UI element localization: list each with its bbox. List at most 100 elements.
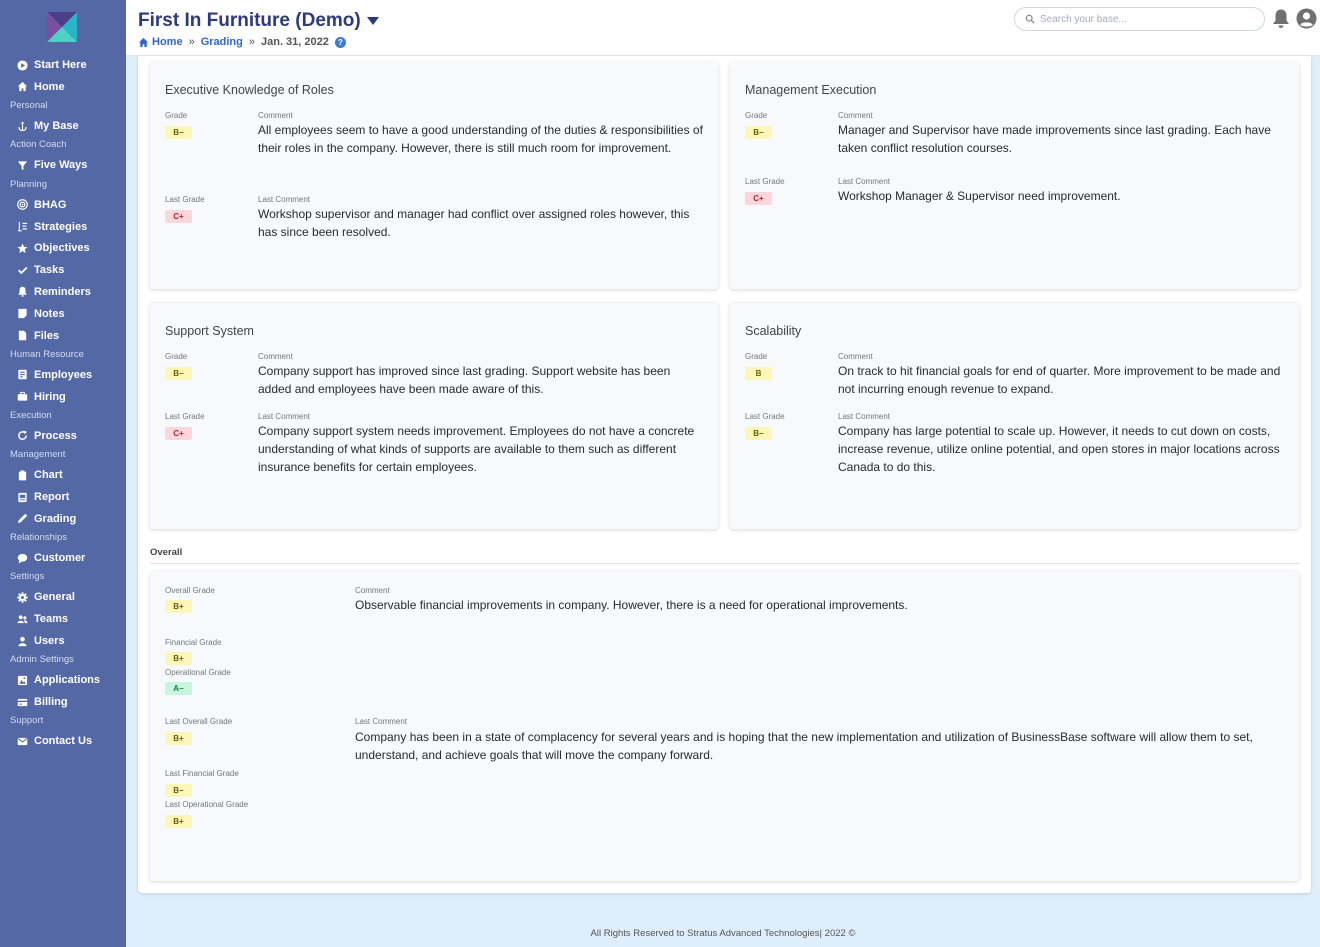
grade-badge: B− — [165, 367, 192, 380]
breadcrumb-date: Jan. 31, 2022 — [260, 36, 329, 48]
sidebar-item-chart[interactable]: Chart — [16, 467, 63, 483]
breadcrumb-separator: » — [248, 36, 255, 48]
sidebar-item-reminders[interactable]: Reminders — [16, 284, 91, 300]
sidebar-item-billing[interactable]: Billing — [16, 694, 68, 710]
breadcrumb: Home » Grading » Jan. 31, 2022 ? — [138, 36, 346, 48]
sidebar-section-relationships: Relationships — [10, 532, 68, 544]
id-card-icon — [16, 369, 28, 381]
help-icon[interactable]: ? — [334, 36, 346, 48]
sidebar-item-label: Start Here — [34, 59, 87, 71]
last-overall-grade-badge: B+ — [165, 732, 192, 745]
note-icon — [16, 308, 28, 320]
comment-label: Comment — [258, 111, 293, 120]
sidebar-item-notes[interactable]: Notes — [16, 306, 65, 322]
caret-down-icon — [366, 17, 379, 25]
billing-icon — [16, 696, 28, 708]
sidebar-item-start-here[interactable]: Start Here — [16, 57, 87, 73]
last-financial-grade-label: Last Financial Grade — [165, 769, 239, 778]
sidebar-item-teams[interactable]: Teams — [16, 611, 68, 627]
comment-label: Comment — [838, 352, 873, 361]
sidebar-item-process[interactable]: Process — [16, 428, 77, 444]
sidebar-item-label: Files — [34, 329, 60, 342]
operational-grade-badge: A− — [165, 682, 192, 695]
sidebar-item-customer[interactable]: Customer — [16, 550, 85, 566]
envelope-icon — [16, 735, 28, 747]
user-avatar-icon[interactable] — [1296, 8, 1317, 29]
last-operational-grade-badge: B+ — [165, 815, 192, 828]
clipboard-icon — [16, 469, 28, 481]
play-circle-icon — [16, 59, 28, 71]
sidebar-item-employees[interactable]: Employees — [16, 367, 92, 383]
last-comment-text: Workshop supervisor and manager had conf… — [258, 207, 690, 239]
overall-grade-label: Overall Grade — [165, 586, 215, 595]
sidebar-item-my-base[interactable]: My Base — [16, 118, 79, 134]
sidebar-section-settings: Settings — [10, 571, 45, 583]
sidebar-item-grading[interactable]: Grading — [16, 511, 76, 527]
sidebar-item-report[interactable]: Report — [16, 489, 69, 505]
comment-label: Comment — [838, 111, 873, 120]
last-grade-badge: C+ — [165, 427, 192, 440]
grade-badge: B− — [745, 126, 772, 139]
operational-grade-label: Operational Grade — [165, 668, 231, 677]
sidebar-item-general[interactable]: General — [16, 589, 75, 605]
overall-card: Overall Grade B+ Comment Observable fina… — [150, 571, 1299, 881]
sidebar-item-users[interactable]: Users — [16, 633, 65, 649]
breadcrumb-separator: » — [188, 36, 195, 48]
card-title: Support System — [165, 324, 254, 338]
grade-label: Grade — [745, 352, 768, 361]
grade-card-management-execution: Management Execution Grade B− Comment Manage… — [730, 62, 1299, 289]
grade-card-support-system: Support System Grade B− Comment Company supp… — [150, 303, 718, 529]
card-title: Management Execution — [745, 83, 877, 97]
last-overall-grade-label: Last Overall Grade — [165, 717, 233, 726]
last-financial-grade-badge: B− — [165, 784, 192, 797]
breadcrumb-home[interactable]: Home — [138, 36, 183, 48]
last-comment-label: Last Comment — [258, 412, 311, 421]
grade-label: Grade — [745, 111, 768, 120]
company-switcher[interactable]: First In Furniture (Demo) — [138, 10, 379, 32]
sidebar-item-label: Chart — [34, 469, 63, 482]
main-content: Executive Knowledge of Roles Grade B− Comme… — [138, 56, 1311, 893]
app-logo-icon[interactable] — [47, 12, 77, 42]
top-header: First In Furniture (Demo) Home » Grading… — [126, 0, 1320, 56]
sidebar-item-five-ways[interactable]: Five Ways — [16, 157, 87, 173]
target-icon — [16, 199, 28, 211]
sidebar-item-label: Employees — [34, 368, 93, 381]
sidebar-item-label: Billing — [34, 696, 68, 709]
sidebar-item-label: Applications — [34, 674, 101, 687]
comment-text: Manager and Supervisor have made improve… — [838, 123, 1271, 155]
sidebar-item-contact-us[interactable]: Contact Us — [16, 733, 92, 749]
sidebar-item-applications[interactable]: Applications — [16, 672, 100, 688]
last-comment-label: Last Comment — [258, 195, 311, 204]
overall-comment: Observable financial improvements in com… — [355, 598, 908, 612]
sidebar-item-label: Tasks — [34, 264, 65, 277]
sidebar-item-label: Users — [34, 635, 65, 647]
breadcrumb-grading[interactable]: Grading — [201, 36, 243, 48]
sidebar-item-label: Grading — [34, 512, 77, 525]
sidebar-item-strategies[interactable]: Strategies — [16, 219, 87, 235]
last-comment-text: Company has large potential to scale up.… — [838, 424, 1280, 474]
grade-card-executive-knowledge-of-roles: Executive Knowledge of Roles Grade B− Comme… — [150, 62, 718, 289]
footer: All Rights Reserved to Stratus Advanced … — [590, 928, 856, 939]
briefcase-icon — [16, 391, 28, 403]
sidebar-item-files[interactable]: Files — [16, 328, 59, 344]
notification-bell-icon[interactable] — [1271, 8, 1291, 30]
sidebar-item-label: Teams — [34, 613, 69, 626]
overall-heading: Overall — [150, 547, 183, 558]
star-icon — [16, 242, 28, 254]
sidebar-section-planning: Planning — [10, 178, 47, 190]
grade-badge: B− — [165, 126, 192, 139]
sidebar-item-home[interactable]: Home — [16, 79, 65, 95]
sidebar-item-tasks[interactable]: Tasks — [16, 262, 64, 278]
grade-card-scalability: Scalability Grade B Comment On track to hit … — [730, 303, 1299, 529]
last-comment-text: Company support system needs improvement… — [258, 424, 695, 474]
search-input[interactable] — [1040, 13, 1240, 25]
comment-text: All employees seem to have a good unders… — [258, 123, 703, 155]
sidebar-item-bhag[interactable]: BHAG — [16, 197, 66, 213]
last-grade-label: Last Grade — [165, 195, 205, 204]
user-icon — [16, 635, 28, 647]
sidebar-item-objectives[interactable]: Objectives — [16, 240, 90, 256]
last-grade-label: Last Grade — [165, 412, 205, 421]
sidebar-item-hiring[interactable]: Hiring — [16, 389, 66, 405]
last-grade-label: Last Grade — [745, 412, 785, 421]
sidebar-section-admin-settings: Admin Settings — [10, 654, 74, 666]
